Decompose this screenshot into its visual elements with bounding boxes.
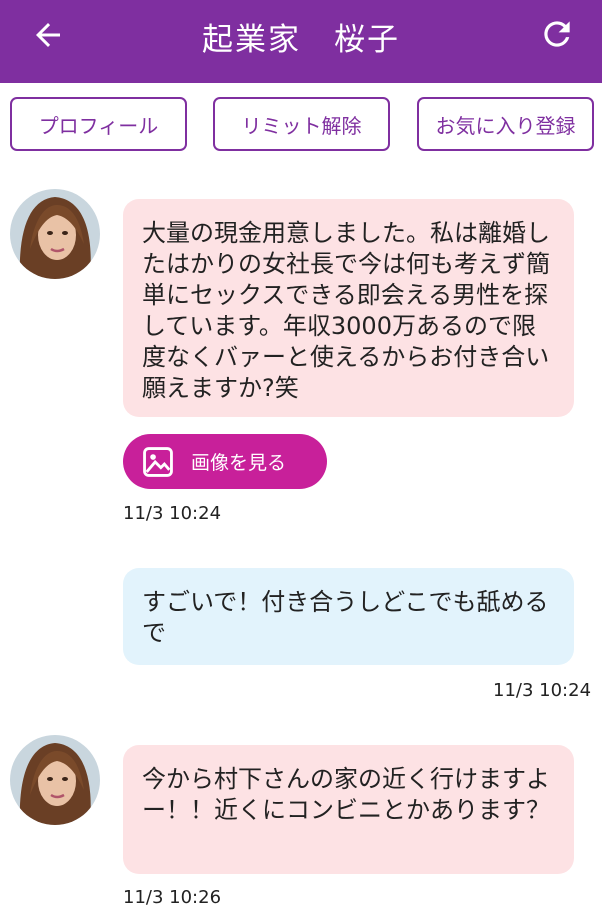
message-bubble-me: すごいで！付き合うしどこでも舐めるで <box>123 568 574 665</box>
avatar-portrait-icon <box>10 189 100 279</box>
avatar[interactable] <box>10 735 100 825</box>
profile-button[interactable]: プロフィール <box>10 97 187 151</box>
message-timestamp: 11/3 10:24 <box>123 503 222 524</box>
favorite-register-button[interactable]: お気に入り登録 <box>417 97 594 151</box>
message-bubble-them: 大量の現金用意しました。私は離婚したはかりの女社長で今は何も考えず簡単にセックス… <box>123 199 574 417</box>
message-timestamp: 11/3 10:26 <box>123 887 222 908</box>
view-image-label: 画像を見る <box>191 452 287 474</box>
page-title: 起業家 桜子 <box>202 22 400 58</box>
view-image-button[interactable]: 画像を見る <box>123 434 327 489</box>
message-text: 大量の現金用意しました。私は離婚したはかりの女社長で今は何も考えず簡単にセックス… <box>142 219 550 402</box>
avatar-portrait-icon <box>10 735 100 825</box>
limit-release-button[interactable]: リミット解除 <box>213 97 390 151</box>
image-icon <box>143 446 173 477</box>
refresh-icon[interactable] <box>538 15 576 53</box>
message-bubble-them: 今から村下さんの家の近く行けますよー！！近くにコンビニとかあります？ <box>123 745 574 874</box>
message-text: 今から村下さんの家の近く行けますよー！！近くにコンビニとかあります？ <box>142 765 550 824</box>
app-header: 起業家 桜子 <box>0 0 602 83</box>
avatar[interactable] <box>10 189 100 279</box>
message-timestamp: 11/3 10:24 <box>493 680 592 701</box>
message-text: すごいで！付き合うしどこでも舐めるで <box>142 588 549 647</box>
